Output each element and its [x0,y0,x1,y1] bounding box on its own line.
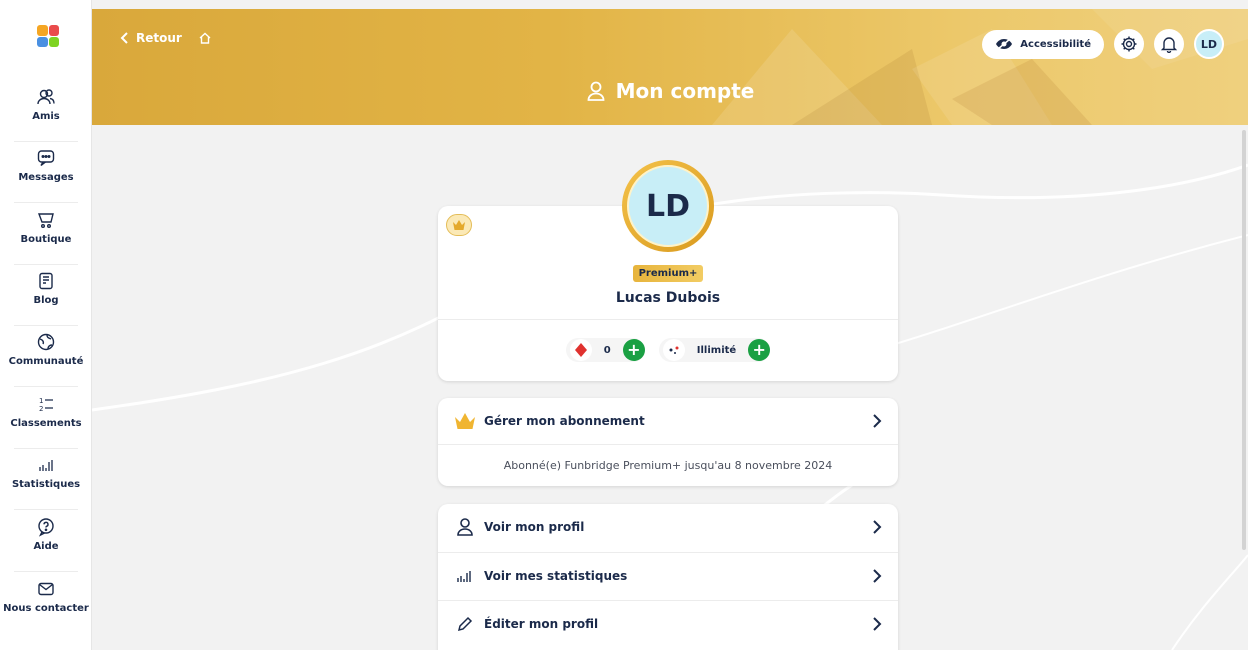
settings-button[interactable] [1114,29,1144,59]
view-stats-row[interactable]: Voir mes statistiques [438,552,898,598]
manage-subscription-row[interactable]: Gérer mon abonnement [438,398,898,444]
sidebar-item-nous-contacter[interactable]: Nous contacter [0,572,92,634]
add-deals-button[interactable]: + [748,339,771,361]
sidebar-item-messages[interactable]: Messages [0,141,92,203]
diamond-credit: 0 + [565,338,645,362]
profile-avatar: LD [622,160,714,252]
page-title-text: Mon compte [615,79,755,103]
account-menu-card: Voir mon profil Voir mes statistiques Éd… [438,504,898,650]
cart-icon [35,209,57,231]
sidebar-item-label: Boutique [20,234,72,245]
divider [438,319,898,320]
chevron-left-icon [120,32,128,44]
friends-icon [35,86,57,108]
page-title: Mon compte [92,79,1248,103]
message-icon [35,147,57,169]
user-name: Lucas Dubois [615,290,721,306]
chevron-right-icon [873,414,882,428]
stats-icon [454,565,476,587]
chevron-right-icon [873,520,882,534]
sidebar-item-blog[interactable]: Blog [0,264,92,326]
sidebar-item-label: Amis [32,111,60,122]
sidebar-item-aide[interactable]: Aide [0,510,92,572]
notifications-button[interactable] [1154,29,1184,59]
app-logo-icon[interactable] [37,25,59,47]
profile-avatar-initials: LD [627,165,709,247]
sidebar-item-communaute[interactable]: Communauté [0,325,92,387]
gear-icon [1121,36,1137,52]
svg-text:1: 1 [39,397,43,405]
diamond-icon [569,339,592,361]
eye-slash-icon [996,38,1013,50]
sidebar-item-boutique[interactable]: Boutique [0,203,92,265]
chevron-right-icon [873,568,882,583]
accessibility-label: Accessibilité [1020,38,1091,50]
subscription-card: Gérer mon abonnement Abonné(e) Funbridge… [438,398,898,486]
crown-icon [454,410,476,432]
cards-icon [662,339,685,361]
back-button[interactable]: Retour [120,31,212,45]
view-profile-label: Voir mon profil [484,520,585,534]
back-label: Retour [136,31,182,45]
sidebar-item-label: Communauté [8,356,84,367]
sidebar-item-label: Nous contacter [3,603,89,614]
sidebar-item-classements[interactable]: 12 Classements [0,387,92,449]
edit-profile-label: Éditer mon profil [484,616,599,631]
deals-count: Illimité [696,344,737,356]
user-icon [454,516,476,538]
stats-icon [35,454,57,476]
sidebar-item-label: Messages [18,172,74,183]
svg-text:2: 2 [39,405,43,413]
help-icon [35,516,57,538]
sidebar-item-label: Aide [33,541,59,552]
premium-badge: Premium+ [633,265,703,282]
subscription-info: Abonné(e) Funbridge Premium+ jusqu'au 8 … [438,444,898,486]
diamond-count: 0 [603,344,611,356]
globe-icon [35,331,57,353]
header-banner: Retour Mon compte Accessibilité LD [92,9,1248,125]
view-profile-row[interactable]: Voir mon profil [438,504,898,550]
sidebar-item-label: Statistiques [11,479,81,490]
manage-subscription-label: Gérer mon abonnement [484,414,645,428]
banner-decoration [712,9,1248,125]
scrollbar[interactable] [1242,130,1246,550]
sidebar: Amis Messages Boutique Blog Communauté 1… [0,0,92,650]
bell-icon [1160,37,1178,53]
sidebar-item-statistiques[interactable]: Statistiques [0,448,92,510]
add-diamonds-button[interactable]: + [622,339,645,361]
sidebar-item-amis[interactable]: Amis [0,80,92,142]
deals-credit: Illimité + [658,338,771,362]
accessibility-button[interactable]: Accessibilité [982,29,1104,59]
pencil-icon [454,613,476,635]
blog-icon [35,270,57,292]
edit-profile-row[interactable]: Éditer mon profil [438,600,898,646]
home-icon[interactable] [198,31,212,45]
user-avatar-button[interactable]: LD [1194,29,1224,59]
crown-badge-icon [446,214,472,236]
user-icon [587,81,605,101]
credits-row: 0 + Illimité + [438,338,898,362]
chevron-right-icon [873,616,882,631]
ranking-icon: 12 [35,393,57,415]
mail-icon [35,578,57,600]
top-actions: Accessibilité LD [982,29,1224,59]
sidebar-item-label: Classements [10,418,82,429]
view-stats-label: Voir mes statistiques [484,568,628,583]
sidebar-item-label: Blog [33,295,59,306]
